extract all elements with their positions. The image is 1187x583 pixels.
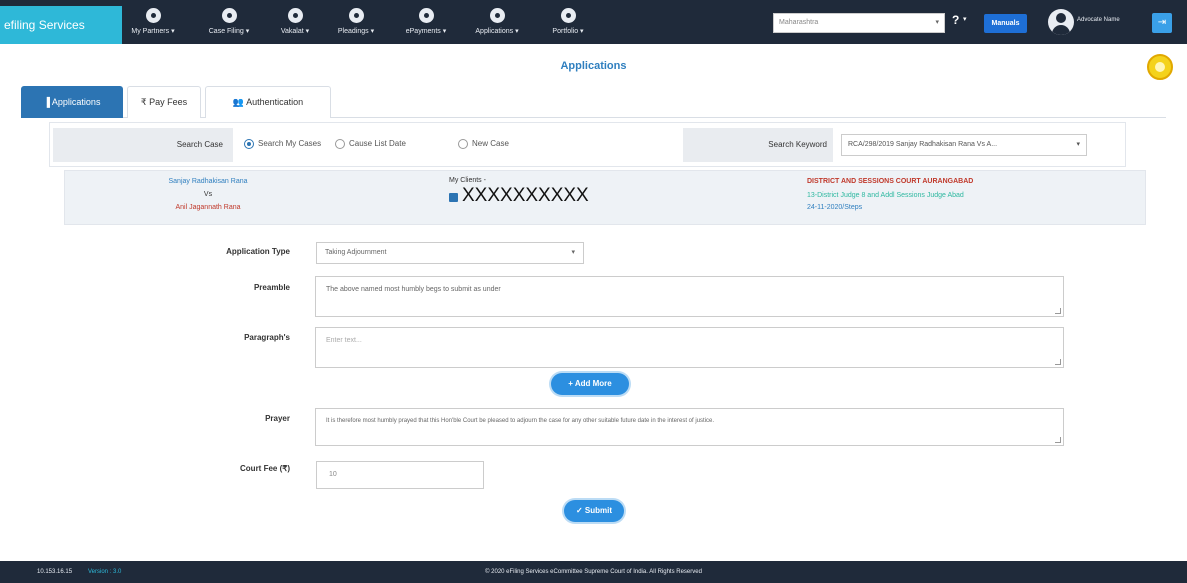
court-fee-input[interactable]: 10 (316, 461, 484, 489)
applications-icon (489, 8, 505, 23)
chevron-down-icon[interactable]: ▾ (963, 15, 967, 23)
username[interactable]: Advocate Name (1077, 17, 1120, 23)
radio-label: Search My Cases (258, 139, 322, 149)
preamble-label: Preamble (253, 283, 290, 292)
nav-label: Case Filing ▾ (208, 28, 250, 35)
chevron-down-icon: ▾ (935, 19, 939, 26)
state-select[interactable]: Maharashtra ▾ (773, 13, 945, 33)
application-type-select[interactable]: Taking Adjournment ▾ (316, 242, 584, 264)
client-name: XXXXXXXXXX (462, 185, 589, 206)
nav-label: Vakalat ▾ (280, 28, 310, 35)
radio-icon (335, 139, 345, 149)
manuals-button[interactable]: Manuals (984, 14, 1027, 33)
nav-vakalat[interactable]: Vakalat ▾ (272, 6, 318, 44)
state-select-value: Maharashtra (779, 19, 819, 26)
page-title: Applications (560, 60, 627, 72)
tab-bar: ▐ Applications ₹ Pay Fees 👥 Authenticati… (21, 86, 1166, 118)
hearing-date: 24-11-2020/Steps (807, 204, 863, 211)
court-name: DISTRICT AND SESSIONS COURT AURANGABAD (807, 178, 974, 185)
search-panel: Search Case Search My Cases Cause List D… (49, 122, 1126, 167)
case-info-panel: Sanjay Radhakisan Rana Vs Anil Jagannath… (64, 170, 1146, 225)
partners-icon (145, 8, 161, 23)
radio-label: Cause List Date (349, 139, 406, 149)
sun-icon[interactable] (1147, 54, 1173, 80)
prayer-label: Prayer (265, 414, 290, 423)
logout-icon[interactable]: ⇥ (1152, 13, 1172, 33)
search-case-label: Search Case (53, 128, 233, 162)
respondent-name: Anil Jagannath Rana (175, 204, 241, 211)
chevron-down-icon: ▾ (571, 249, 575, 256)
nav-pleadings[interactable]: Pleadings ▾ (330, 6, 382, 44)
search-keyword-value: RCA/298/2019 Sanjay Radhakisan Rana Vs A… (848, 141, 998, 148)
brand-logo[interactable]: efiling Services (0, 6, 122, 44)
nav-label: My Partners ▾ (131, 28, 175, 35)
preamble-textarea[interactable]: The above named most humbly begs to subm… (315, 276, 1064, 317)
tab-applications[interactable]: ▐ Applications (21, 86, 123, 118)
avatar[interactable] (1048, 9, 1074, 35)
check-icon (221, 8, 237, 23)
radio-icon (458, 139, 468, 149)
judge-name: 13-District Judge 8 and Addl Sessions Ju… (807, 192, 964, 199)
footer-copyright: © 2020 eFiling Services eCommittee Supre… (485, 569, 702, 575)
nav-label: Applications ▾ (475, 28, 519, 35)
tab-authentication[interactable]: 👥 Authentication (205, 86, 331, 118)
paragraphs-label: Paragraph's (244, 333, 290, 342)
chevron-down-icon: ▾ (1076, 141, 1080, 148)
add-more-button[interactable]: + Add More (551, 373, 629, 395)
client-checkbox[interactable] (449, 193, 458, 202)
portfolio-icon (560, 8, 576, 23)
help-icon[interactable]: ? (952, 13, 959, 27)
nav-label: ePayments ▾ (405, 28, 447, 35)
application-type-value: Taking Adjournment (325, 249, 387, 256)
nav-case-filing[interactable]: Case Filing ▾ (201, 6, 257, 44)
submit-button[interactable]: ✓ Submit (564, 500, 624, 522)
radio-search-my-cases[interactable]: Search My Cases (244, 139, 321, 149)
nav-epayments[interactable]: ePayments ▾ (396, 6, 456, 44)
versus-label: Vs (203, 191, 213, 198)
radio-cause-list-date[interactable]: Cause List Date (335, 139, 406, 149)
nav-label: Portfolio ▾ (552, 28, 584, 35)
radio-label: New Case (472, 139, 509, 149)
search-keyword-label: Search Keyword (683, 128, 833, 162)
radio-new-case[interactable]: New Case (458, 139, 509, 149)
footer: 10.153.16.15 Version : 3.0 © 2020 eFilin… (0, 561, 1187, 583)
rupee-icon (418, 8, 434, 23)
nav-label: Pleadings ▾ (337, 28, 375, 35)
search-keyword-select[interactable]: RCA/298/2019 Sanjay Radhakisan Rana Vs A… (841, 134, 1087, 156)
application-type-label: Application Type (226, 247, 290, 256)
petitioner-name: Sanjay Radhakisan Rana (168, 178, 248, 185)
nav-my-partners[interactable]: My Partners ▾ (131, 6, 175, 44)
nav-portfolio[interactable]: Portfolio ▾ (542, 6, 594, 44)
vakalat-icon (287, 8, 303, 23)
nav-applications[interactable]: Applications ▾ (464, 6, 530, 44)
paragraphs-textarea[interactable]: Enter text... (315, 327, 1064, 368)
top-navbar: efiling Services My Partners ▾ Case Fili… (0, 0, 1187, 44)
pleadings-icon (348, 8, 364, 23)
court-fee-label: Court Fee (₹) (240, 464, 290, 473)
radio-selected-icon (244, 139, 254, 149)
my-clients-label: My Clients - (449, 177, 486, 184)
tab-pay-fees[interactable]: ₹ Pay Fees (127, 86, 201, 118)
prayer-textarea[interactable]: It is therefore most humbly prayed that … (315, 408, 1064, 446)
